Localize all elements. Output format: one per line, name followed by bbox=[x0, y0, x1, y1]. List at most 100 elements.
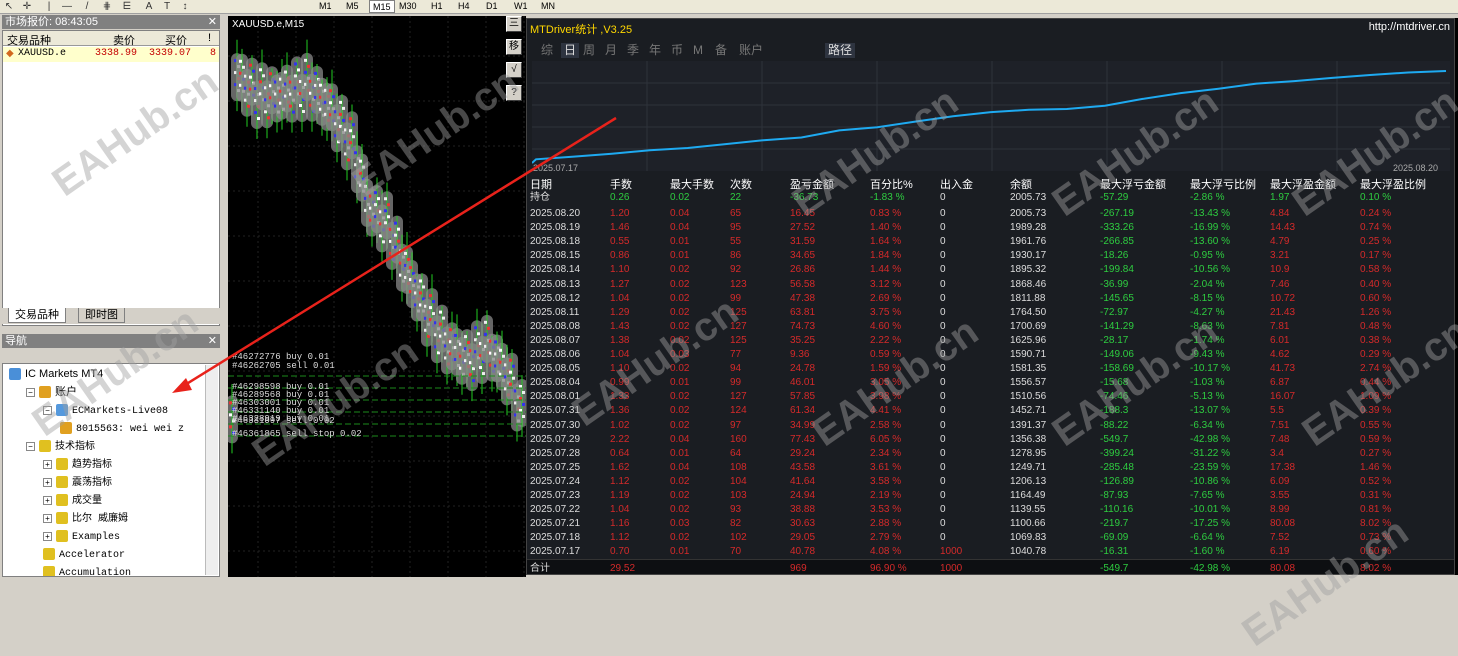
nav-item[interactable]: − 技术指标 bbox=[26, 437, 95, 455]
menu-icon[interactable]: 三 bbox=[506, 16, 522, 32]
indicator-icon bbox=[56, 530, 68, 543]
crosshair-icon[interactable]: ✛ bbox=[20, 1, 34, 12]
nav-item[interactable]: IC Markets MT4 bbox=[9, 365, 103, 383]
cell: 1.43 bbox=[610, 320, 630, 332]
label-icon[interactable]: T bbox=[160, 1, 174, 12]
expand-icon[interactable]: + bbox=[43, 477, 52, 487]
panel-tab-3[interactable]: 月 bbox=[605, 43, 617, 58]
side-buttons: 三移 √? bbox=[506, 16, 524, 106]
cursor-icon[interactable]: ↖ bbox=[2, 1, 16, 12]
collapse-icon[interactable]: − bbox=[43, 405, 52, 415]
close-icon[interactable]: ✕ bbox=[208, 15, 217, 29]
nav-item[interactable]: + 比尔 威廉姆 bbox=[43, 509, 128, 527]
channel-icon[interactable]: ⋕ bbox=[100, 1, 114, 12]
cell: 2025.07.24 bbox=[530, 475, 581, 487]
col-symbol[interactable]: 交易品种 bbox=[7, 32, 51, 48]
vertical-line-icon[interactable]: | bbox=[42, 1, 56, 12]
nav-item[interactable]: + 趋势指标 bbox=[43, 455, 112, 473]
panel-tab-1[interactable]: 日 bbox=[561, 43, 580, 58]
cell: 1700.69 bbox=[1010, 320, 1047, 332]
cell: -36.99 bbox=[1100, 278, 1129, 290]
expand-icon[interactable]: + bbox=[43, 459, 52, 469]
nav-item[interactable]: 8015563: wei wei z bbox=[60, 419, 184, 437]
nav-item[interactable]: + 震荡指标 bbox=[43, 473, 112, 491]
close-icon[interactable]: ✕ bbox=[208, 334, 217, 348]
cell: 2025.08.19 bbox=[530, 222, 581, 234]
panel-tab-10[interactable]: 路径 bbox=[825, 43, 856, 58]
navigator-scrollbar[interactable] bbox=[205, 365, 218, 575]
panel-tab-8[interactable]: 备 bbox=[715, 43, 727, 58]
tab-symbols[interactable]: 交易品种 bbox=[8, 308, 66, 323]
cell: 127 bbox=[730, 391, 747, 403]
timeframe-m5-button[interactable]: M5 bbox=[343, 0, 362, 13]
navigator-title-text: 导航 bbox=[5, 335, 27, 347]
table-row: 2025.07.30 1.02 0.02 97 34.99 2.58 % 0 1391.37 -… bbox=[527, 419, 1454, 432]
cell: -1.60 % bbox=[1190, 546, 1225, 558]
nav-item[interactable]: Accumulation bbox=[43, 563, 131, 576]
panel-tab-7[interactable]: M bbox=[693, 43, 703, 58]
expand-icon[interactable]: + bbox=[43, 495, 52, 505]
symbol-diamond-icon: ◆ bbox=[6, 49, 14, 60]
move-icon[interactable]: 移 bbox=[506, 39, 522, 55]
timeframe-h1-button[interactable]: H1 bbox=[428, 0, 446, 13]
cell: 65 bbox=[730, 208, 742, 219]
help-icon[interactable]: ? bbox=[506, 85, 522, 101]
cell: 0.73 % bbox=[1360, 532, 1392, 544]
trendline-icon[interactable]: / bbox=[80, 1, 94, 12]
fibonacci-icon[interactable]: ⋿ bbox=[120, 1, 134, 12]
cell: 0 bbox=[940, 490, 946, 501]
cell: 0 bbox=[940, 504, 946, 516]
cell: 1590.71 bbox=[1010, 349, 1047, 360]
cell: 0.52 % bbox=[1360, 475, 1392, 487]
panel-tab-5[interactable]: 年 bbox=[649, 43, 661, 58]
expand-icon[interactable]: + bbox=[43, 531, 52, 541]
panel-tab-0[interactable]: 综 bbox=[541, 43, 553, 58]
cell: 0.04 bbox=[670, 433, 690, 445]
cell: 93 bbox=[730, 504, 742, 516]
panel-tab-2[interactable]: 周 bbox=[583, 43, 595, 58]
cell: 0.29 % bbox=[1360, 349, 1392, 360]
cell: 56.58 bbox=[790, 278, 816, 290]
cell: 127 bbox=[730, 320, 747, 332]
table-row: 2025.07.22 1.04 0.02 93 38.88 3.53 % 0 1139.55 -… bbox=[527, 503, 1454, 516]
col-spread[interactable]: ! bbox=[208, 32, 211, 44]
cell: -0.95 % bbox=[1190, 250, 1225, 262]
timeframe-d1-button[interactable]: D1 bbox=[483, 0, 501, 13]
timeframe-m30-button[interactable]: M30 bbox=[396, 0, 420, 13]
arrows-icon[interactable]: ↕ bbox=[178, 1, 192, 12]
timeframe-h4-button[interactable]: H4 bbox=[455, 0, 473, 13]
cell: 0.02 bbox=[670, 391, 690, 403]
collapse-icon[interactable]: − bbox=[26, 441, 35, 451]
cell: 2025.07.30 bbox=[530, 419, 581, 431]
cell: 0.02 bbox=[670, 504, 690, 516]
check-icon[interactable]: √ bbox=[506, 62, 522, 78]
panel-tab-4[interactable]: 季 bbox=[627, 43, 639, 58]
text-icon[interactable]: A bbox=[142, 1, 156, 12]
col-bid[interactable]: 卖价 bbox=[113, 32, 135, 48]
market-watch-row[interactable]: ◆ XAUUSD.e 3338.99 3339.07 8 bbox=[3, 47, 219, 62]
tab-tick-chart[interactable]: 即时图 bbox=[78, 308, 125, 323]
nav-item[interactable]: + 成交量 bbox=[43, 491, 102, 509]
nav-item[interactable]: Accelerator bbox=[43, 545, 125, 563]
cell: 0 bbox=[940, 433, 946, 445]
timeframe-mn-button[interactable]: MN bbox=[538, 0, 558, 13]
cell: -4.27 % bbox=[1190, 306, 1225, 318]
nav-item[interactable]: + Examples bbox=[43, 527, 120, 545]
collapse-icon[interactable]: − bbox=[26, 387, 35, 397]
col-ask[interactable]: 买价 bbox=[165, 32, 187, 48]
price-chart[interactable]: XAUUSD.e,M15 #46272776 buy 0.01 #46262705… bbox=[228, 16, 526, 577]
cell: 0.01 bbox=[670, 377, 690, 389]
expand-icon[interactable]: + bbox=[43, 513, 52, 523]
timeframe-w1-button[interactable]: W1 bbox=[511, 0, 531, 13]
panel-tab-9[interactable]: 账户 bbox=[739, 43, 763, 58]
nav-item[interactable]: − ECMarkets-Live08 bbox=[43, 401, 168, 419]
panel-tab-6[interactable]: 币 bbox=[671, 43, 683, 58]
cell: 0 bbox=[940, 264, 946, 276]
panel-url[interactable]: http://mtdriver.cn bbox=[1369, 21, 1450, 33]
timeframe-m15-button[interactable]: M15 bbox=[369, 0, 395, 13]
cell: 3.61 % bbox=[870, 461, 902, 473]
cell: 16.07 bbox=[1270, 391, 1296, 403]
horizontal-line-icon[interactable]: — bbox=[60, 1, 74, 12]
nav-item[interactable]: − 账户 bbox=[26, 383, 77, 401]
timeframe-m1-button[interactable]: M1 bbox=[316, 0, 335, 13]
